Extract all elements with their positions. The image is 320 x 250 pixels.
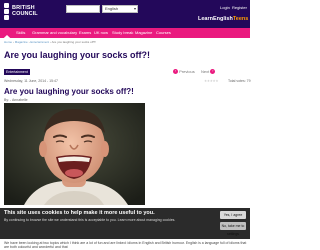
nav-item-exams[interactable]: Exams bbox=[79, 30, 91, 35]
nav-item-grammar[interactable]: Grammar and vocabulary bbox=[32, 30, 77, 35]
brand-suffix: Teens bbox=[232, 16, 249, 22]
previous-link[interactable]: ‹ Previous bbox=[173, 69, 195, 75]
page-title: Are you laughing your socks off?! bbox=[4, 50, 151, 60]
next-link[interactable]: Next › bbox=[201, 69, 216, 75]
cookie-accept-button[interactable]: Yes, I agree bbox=[220, 211, 246, 219]
search-input[interactable] bbox=[66, 5, 100, 13]
chevron-right-icon: › bbox=[210, 69, 216, 75]
cookie-text: By continuing to browse the site we unde… bbox=[4, 218, 176, 222]
breadcrumb: Home › Magazine › Entertainment › Are yo… bbox=[4, 40, 204, 45]
language-select-value: English bbox=[105, 6, 119, 11]
previous-label: Previous bbox=[179, 69, 195, 74]
breadcrumb-home[interactable]: Home bbox=[4, 40, 12, 44]
logo-text: BRITISH COUNCIL bbox=[12, 5, 38, 17]
cookie-settings-button[interactable]: No, take me to settings bbox=[220, 222, 246, 236]
chevron-down-icon: ▾ bbox=[133, 6, 136, 11]
category-badge[interactable]: Entertainment bbox=[4, 69, 30, 75]
top-header: BRITISH COUNCIL English ▾ Login Register… bbox=[0, 0, 250, 28]
language-select[interactable]: English ▾ bbox=[102, 5, 138, 13]
breadcrumb-current: Are you laughing your socks off?! bbox=[51, 40, 96, 44]
login-link[interactable]: Login bbox=[220, 5, 230, 10]
nav-item-courses[interactable]: Courses bbox=[156, 30, 171, 35]
logo-dots-icon bbox=[4, 3, 11, 25]
breadcrumb-entertainment[interactable]: Entertainment bbox=[30, 40, 49, 44]
article-body: We have been looking at two topics which… bbox=[4, 241, 247, 250]
british-council-logo[interactable]: BRITISH COUNCIL bbox=[4, 3, 40, 25]
cookie-title: This site uses cookies to help make it m… bbox=[4, 210, 155, 216]
article-photo bbox=[4, 103, 145, 205]
rating-stars[interactable]: ★★★★★ bbox=[204, 79, 219, 83]
article-meta: Wednesday, 11 June, 2014 - 15:47 ★★★★★ T… bbox=[4, 79, 251, 85]
article-date: Wednesday, 11 June, 2014 - 15:47 bbox=[4, 79, 58, 83]
chevron-left-icon: ‹ bbox=[173, 69, 178, 75]
nav-item-study-break[interactable]: Study break bbox=[112, 30, 133, 35]
nav-item-magazine[interactable]: Magazine bbox=[135, 30, 152, 35]
star-icon[interactable]: ★ bbox=[215, 79, 218, 83]
cookie-banner: This site uses cookies to help make it m… bbox=[0, 208, 250, 239]
main-nav: Skills Grammar and vocabulary Exams UK n… bbox=[0, 28, 250, 41]
register-link[interactable]: Register bbox=[232, 5, 247, 10]
nav-item-uk-now[interactable]: UK now bbox=[94, 30, 108, 35]
breadcrumb-magazine[interactable]: Magazine bbox=[15, 40, 28, 44]
home-icon[interactable] bbox=[3, 29, 12, 41]
learnenglish-teens-brand[interactable]: LearnEnglishTeens bbox=[198, 16, 248, 22]
breadcrumb-separator: › bbox=[12, 40, 14, 44]
brand-prefix: LearnEnglish bbox=[198, 16, 233, 22]
next-label: Next bbox=[201, 69, 210, 74]
nav-item-skills[interactable]: Skills bbox=[16, 30, 25, 35]
article-byline: By: - Annabelle bbox=[4, 98, 28, 102]
total-votes: Total votes: 79 bbox=[228, 79, 251, 83]
article-title: Are you laughing your socks off?! bbox=[4, 87, 134, 96]
